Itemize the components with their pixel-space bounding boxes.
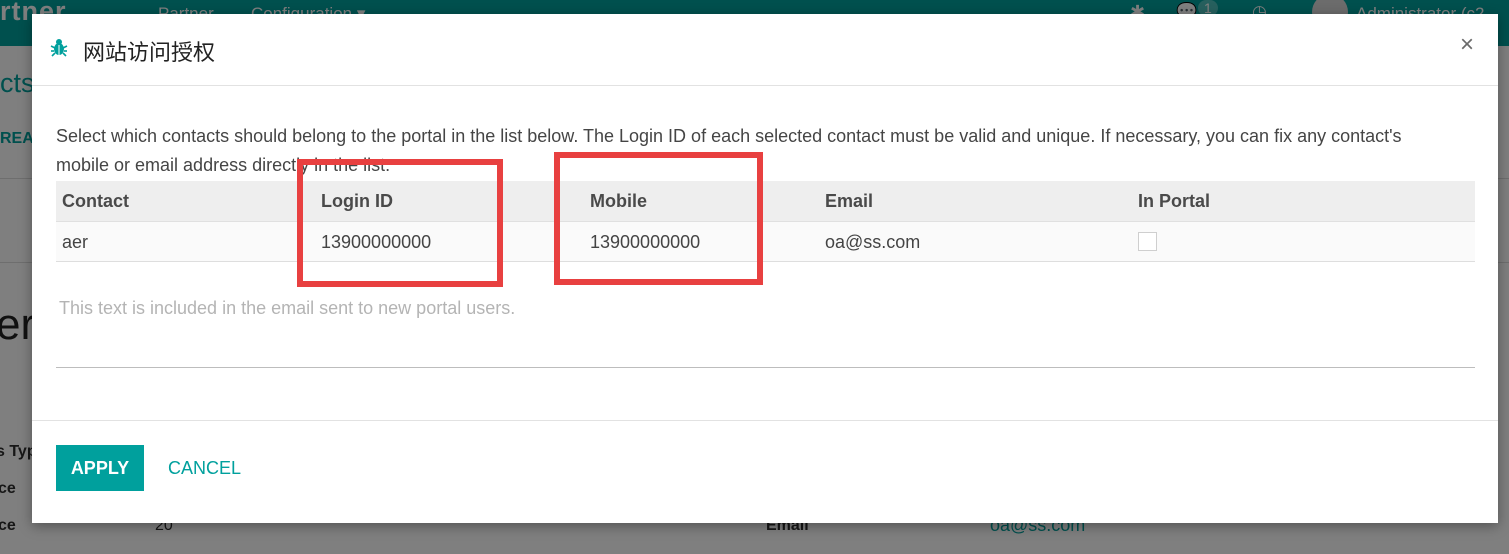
cell-contact[interactable]: aer [62,222,88,261]
column-header-email[interactable]: Email [825,181,873,221]
dialog-title: 网站访问授权 [83,41,216,66]
column-header-contact[interactable]: Contact [62,181,129,221]
dialog-header: 网站访问授权 × [32,14,1498,86]
cell-email[interactable]: oa@ss.com [825,222,920,261]
annotation-highlight-mobile [554,152,763,285]
cancel-button[interactable]: CANCEL [168,445,241,491]
annotation-highlight-login-id [297,159,503,287]
table-header: Contact Login ID Mobile Email In Portal [56,181,1475,222]
portal-access-dialog: 网站访问授权 × Select which contacts should be… [32,14,1498,523]
portal-contacts-table: Contact Login ID Mobile Email In Portal … [56,181,1475,262]
table-row[interactable]: aer 13900000000 13900000000 oa@ss.com [56,222,1475,262]
dialog-footer-divider [32,420,1498,421]
apply-button[interactable]: APPLY [56,445,144,491]
welcome-message-field[interactable]: This text is included in the email sent … [56,294,1475,368]
close-icon[interactable]: × [1460,33,1474,57]
bug-icon [50,39,68,57]
in-portal-checkbox[interactable] [1138,232,1157,251]
column-header-in-portal[interactable]: In Portal [1138,181,1210,221]
